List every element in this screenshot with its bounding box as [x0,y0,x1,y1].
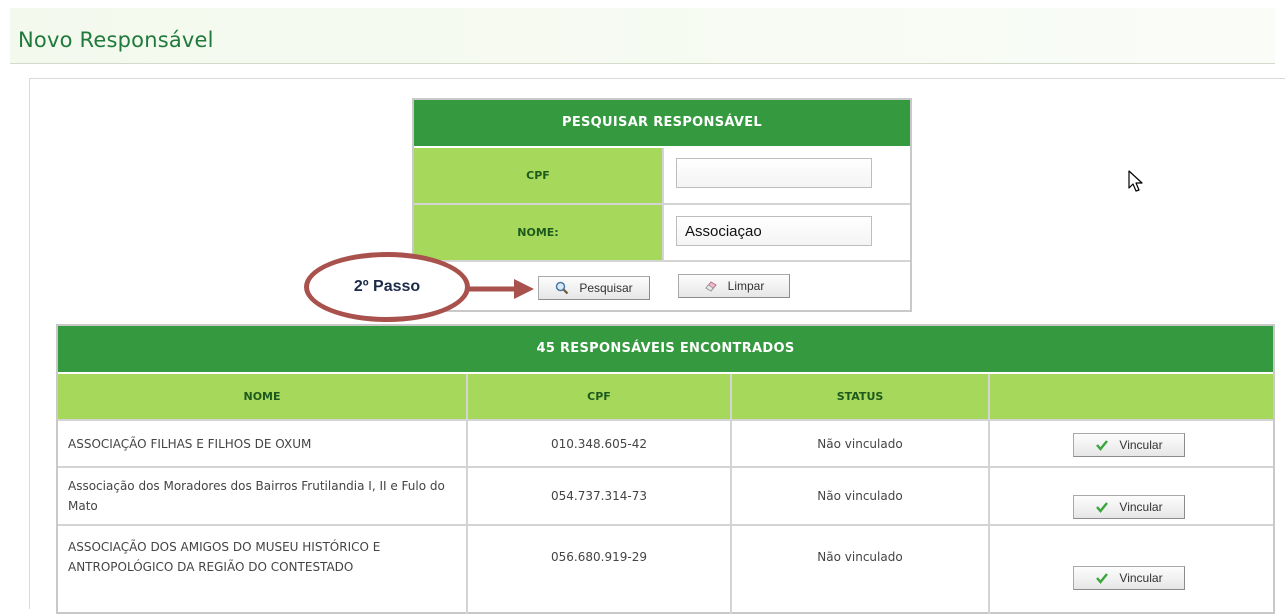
column-header-nome: NOME [58,374,466,419]
search-button-label: Pesquisar [579,281,633,295]
vincular-button[interactable]: Vincular [1073,433,1185,457]
cpf-input[interactable] [676,158,872,188]
clear-button-label: Limpar [727,279,765,293]
table-row-status: Não vinculado [817,550,903,564]
check-icon [1095,571,1109,585]
divider [988,374,990,614]
cpf-label: CPF [414,148,662,203]
table-row-name: Associação dos Moradores dos Bairros Fru… [68,479,445,513]
eraser-icon [704,279,718,293]
table-row-status: Não vinculado [817,489,903,503]
step-callout-label: 2º Passo [353,278,421,295]
nome-label: NOME: [414,205,662,260]
divider [414,260,910,262]
column-header-cpf: CPF [468,374,730,419]
vincular-button-label: Vincular [1119,571,1163,585]
column-header-status: STATUS [732,374,988,419]
search-button[interactable]: Pesquisar [538,276,650,300]
search-form-title: PESQUISAR RESPONSÁVEL [414,100,910,146]
check-icon [1095,500,1109,514]
table-row-cpf: 056.680.919-29 [551,550,647,564]
nome-input[interactable] [676,216,872,246]
page-title: Novo Responsável [18,28,214,52]
vincular-button-label: Vincular [1119,438,1163,452]
results-count: 45 RESPONSÁVEIS ENCONTRADOS [58,326,1273,372]
results-table: 45 RESPONSÁVEIS ENCONTRADOS NOME CPF STA… [56,324,1275,614]
vincular-button[interactable]: Vincular [1073,495,1185,519]
table-row-cpf: 054.737.314-73 [551,489,647,503]
page-header: Novo Responsável [10,8,1275,64]
column-header-action [990,374,1273,419]
table-row-name: ASSOCIAÇÃO DOS AMIGOS DO MUSEU HISTÓRICO… [68,540,381,574]
clear-button[interactable]: Limpar [678,274,790,298]
arrow-right-icon [468,279,534,299]
table-row-cpf: 010.348.605-42 [551,436,647,451]
magnifier-icon [555,281,569,295]
vincular-button-label: Vincular [1119,500,1163,514]
mouse-cursor-icon [1128,170,1143,192]
check-icon [1095,438,1109,452]
step-callout: 2º Passo [304,252,470,322]
table-row-name: ASSOCIAÇÃO FILHAS E FILHOS DE OXUM [68,436,312,451]
vincular-button[interactable]: Vincular [1073,566,1185,590]
divider [662,148,664,260]
table-row-status: Não vinculado [817,436,903,451]
